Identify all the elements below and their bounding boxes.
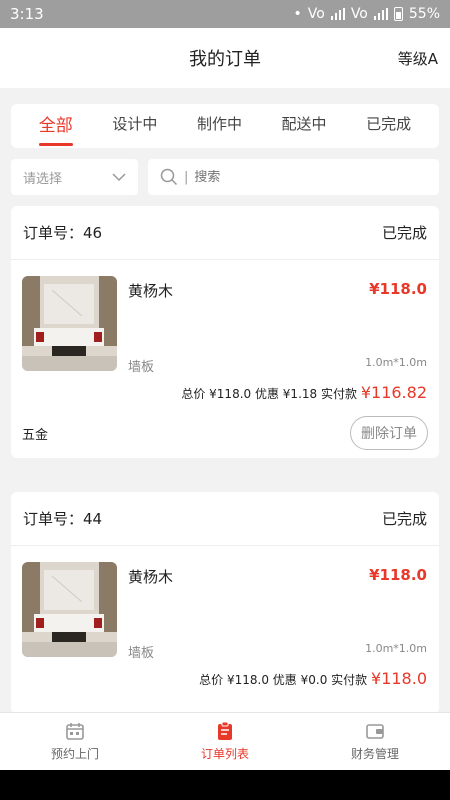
tab-producing[interactable]: 制作中: [197, 113, 242, 140]
summary-discount: 优惠 ¥1.18: [254, 387, 318, 401]
status-bar: 3:13 • Vo Vo 55%: [0, 0, 450, 28]
search-box[interactable]: |: [148, 159, 439, 195]
summary-pay-label: 实付款: [331, 673, 368, 687]
summary-pay-value: ¥116.82: [360, 383, 427, 402]
search-icon: [160, 168, 178, 186]
summary-total: 总价 ¥118.0: [181, 387, 252, 401]
tab-completed[interactable]: 已完成: [366, 113, 411, 140]
signal-icon-2: [373, 8, 388, 20]
order-status: 已完成: [381, 224, 427, 242]
signal-icon-1: [330, 8, 345, 20]
summary-total: 总价 ¥118.0: [199, 673, 269, 687]
volte-label-1: Vo: [307, 6, 325, 22]
product-category: 墙板: [128, 360, 155, 375]
product-thumbnail: [22, 276, 117, 371]
order-status: 已完成: [381, 510, 427, 528]
order-summary: 总价 ¥118.0 优惠 ¥0.0 实付款 ¥118.0: [11, 664, 439, 694]
order-status-tabs: 全部 设计中 制作中 配送中 已完成: [11, 104, 439, 148]
tabbar-item-orders[interactable]: 订单列表: [150, 713, 300, 770]
level-badge[interactable]: 等级A: [398, 48, 438, 69]
delete-order-button[interactable]: 删除订单: [350, 416, 428, 450]
tabbar-label: 财务管理: [350, 747, 399, 761]
filter-bar: 请选择 |: [11, 159, 439, 195]
product-thumbnail: [22, 562, 117, 657]
category-select[interactable]: 请选择: [11, 159, 138, 195]
summary-pay-value: ¥118.0: [371, 669, 427, 688]
battery-icon: [393, 7, 403, 21]
product-name: 黄杨木: [128, 282, 174, 300]
calendar-icon: [66, 723, 84, 740]
page-title: 我的订单: [189, 49, 261, 70]
order-item[interactable]: 黄杨木 ¥118.0 墙板 1.0m*1.0m: [11, 260, 439, 378]
order-number: 订单号：46: [23, 224, 103, 242]
product-price: ¥118.0: [369, 566, 427, 584]
order-item[interactable]: 黄杨木 ¥118.0 墙板 1.0m*1.0m: [11, 546, 439, 664]
bottom-tab-bar: 预约上门 订单列表 财务管理: [0, 712, 450, 770]
order-header: 订单号：44 已完成: [11, 492, 439, 546]
status-time: 3:13: [10, 5, 44, 23]
notification-dot-icon: •: [293, 6, 302, 22]
tabbar-label: 订单列表: [200, 747, 249, 761]
app-header: 我的订单 等级A: [0, 28, 450, 88]
tabbar-item-finance[interactable]: 财务管理: [300, 713, 450, 770]
chevron-down-icon: [112, 173, 126, 182]
wallet-icon: [366, 724, 384, 739]
product-name: 黄杨木: [128, 568, 174, 586]
summary-pay-label: 实付款: [320, 387, 357, 401]
order-number: 订单号：44: [23, 510, 103, 528]
select-placeholder: 请选择: [23, 171, 63, 187]
clipboard-icon: [218, 721, 232, 740]
order-card: 订单号：44 已完成 黄杨木 ¥118.0 墙板 1.0m*1.0m 总价 ¥1…: [11, 492, 439, 714]
battery-level: 55%: [408, 6, 440, 22]
summary-discount: 优惠 ¥0.0: [272, 673, 328, 687]
system-nav-bar: [0, 770, 450, 800]
tabbar-label: 预约上门: [50, 747, 99, 761]
tabbar-item-appointment[interactable]: 预约上门: [0, 713, 150, 770]
order-card: 订单号：46 已完成 黄杨木 ¥118.0 墙板 1.0m*1.0m 总价 ¥1…: [11, 206, 439, 458]
order-summary: 总价 ¥118.0 优惠 ¥1.18 实付款 ¥116.82: [11, 378, 439, 408]
product-size: 1.0m*1.0m: [365, 642, 427, 655]
tab-all[interactable]: 全部: [38, 111, 73, 146]
search-cursor: |: [184, 169, 189, 185]
search-input[interactable]: [194, 169, 395, 185]
status-icons: • Vo Vo 55%: [293, 6, 440, 22]
product-price: ¥118.0: [369, 280, 427, 298]
volte-label-2: Vo: [350, 6, 368, 22]
order-footer: 五金 删除订单: [11, 408, 439, 458]
tab-delivering[interactable]: 配送中: [282, 113, 327, 140]
tab-designing[interactable]: 设计中: [112, 113, 157, 140]
product-size: 1.0m*1.0m: [365, 356, 427, 369]
product-category: 墙板: [128, 646, 155, 661]
order-header: 订单号：46 已完成: [11, 206, 439, 260]
order-extra-label: 五金: [22, 427, 49, 443]
